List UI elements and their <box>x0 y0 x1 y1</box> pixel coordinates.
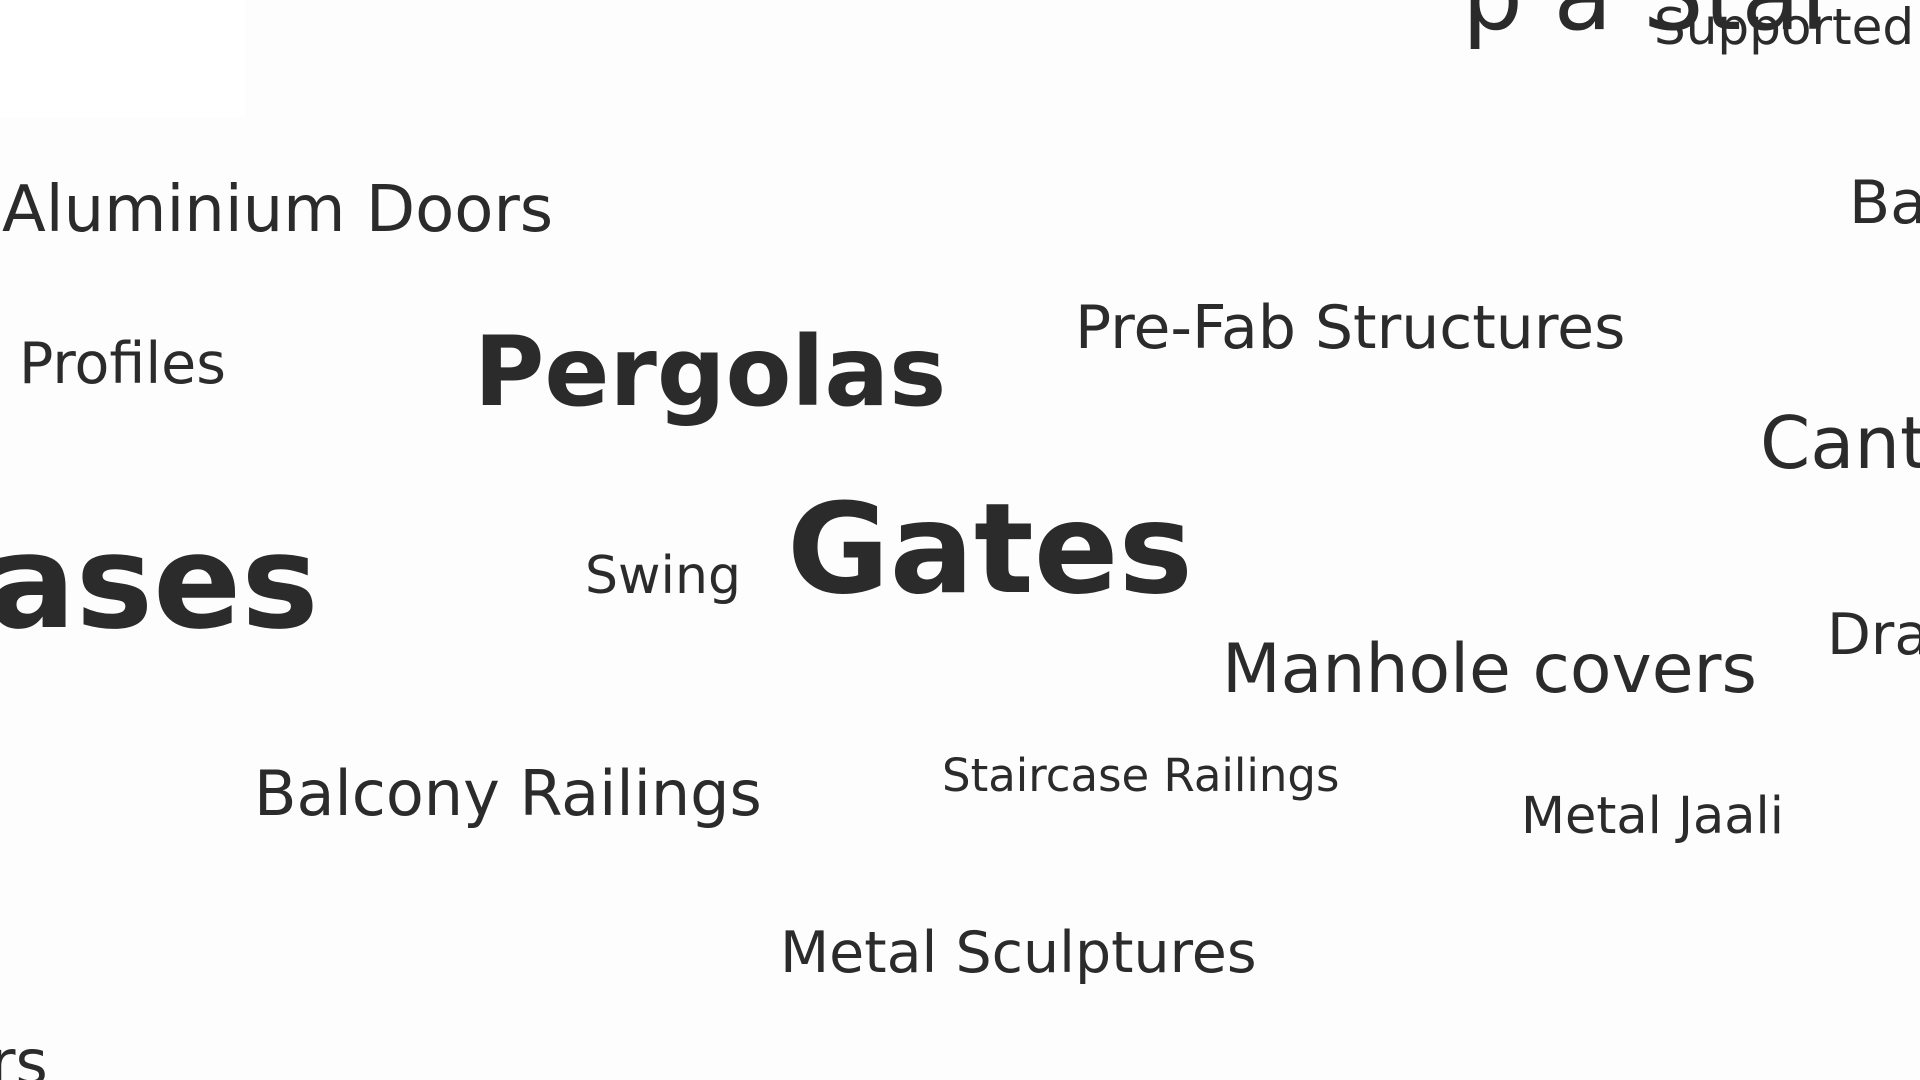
word-swing: Swing <box>585 546 741 606</box>
word-ases: ases <box>0 506 319 658</box>
word-ba: Ba <box>1849 168 1920 238</box>
word-aluminium-doors: Aluminium Doors <box>2 173 554 247</box>
word-gates: Gates <box>787 477 1193 622</box>
word-prefab-structures: Pre-Fab Structures <box>1075 293 1626 363</box>
word-profiles: Profiles <box>19 331 226 397</box>
word-cloud-canvas: p a Stai Supported Aluminium Doors Ba Pr… <box>0 0 1920 1080</box>
word-pergolas: Pergolas <box>474 316 947 428</box>
background-patch <box>0 0 245 118</box>
word-metal-jaali: Metal Jaali <box>1521 787 1784 846</box>
word-manhole-covers: Manhole covers <box>1222 630 1757 709</box>
word-supported: Supported <box>1654 0 1915 56</box>
word-staircase-railings: Staircase Railings <box>942 749 1340 802</box>
word-cant: Cant <box>1760 401 1920 485</box>
word-rs: rs <box>0 1026 48 1080</box>
word-metal-sculptures: Metal Sculptures <box>780 920 1257 986</box>
word-dra: Dra <box>1827 602 1920 668</box>
word-balcony-railings: Balcony Railings <box>254 757 762 830</box>
